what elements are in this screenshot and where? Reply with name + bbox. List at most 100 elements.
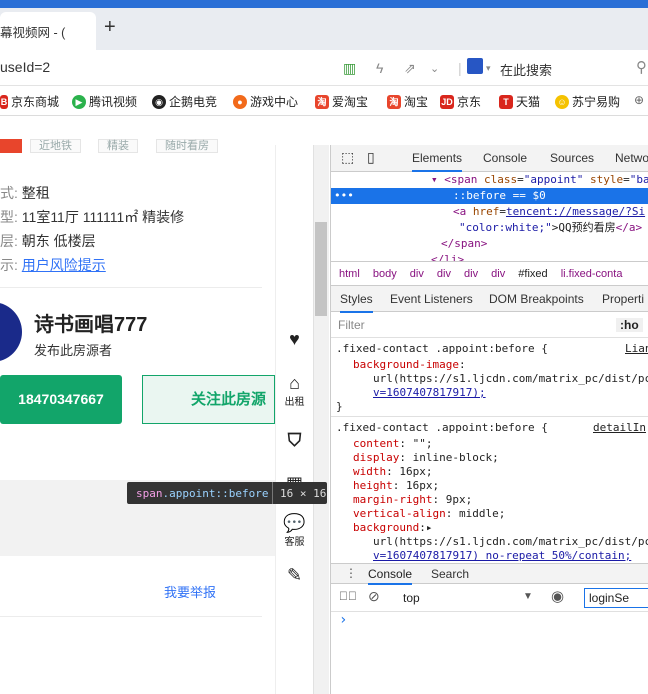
dom-line[interactable]: "color:white;">QQ预约看房</a> [331, 220, 648, 236]
bookmarks-bar: B 京东商城 ▶ 腾讯视频 ◉ 企鹅电竞 ● 游戏中心 淘爱淘宝 淘淘宝 JD 京东 T天… [0, 86, 648, 116]
crumb[interactable]: #fixed [518, 268, 547, 280]
lightning-icon[interactable]: ϟ [376, 60, 383, 76]
styles-filter: Filter :ho [331, 312, 648, 338]
tab-sources[interactable]: Sources [550, 151, 594, 165]
agent-subtitle: 发布此房源者 [34, 343, 113, 358]
bookmark-jd[interactable]: JD 京东 [440, 93, 481, 110]
agent-name: 诗书画唱777 [34, 314, 148, 336]
engine-dropdown-icon[interactable]: ▾ [486, 63, 491, 74]
console-drawer-tabs: ⋮ Console Search [331, 563, 648, 585]
scrollbar-thumb[interactable] [315, 222, 327, 316]
reader-icon[interactable]: ▥ [343, 60, 356, 77]
tab-dom-breakpoints[interactable]: DOM Breakpoints [489, 292, 584, 306]
bookmark-suning[interactable]: ☺ 苏宁易购 [555, 93, 620, 110]
rule-source-link[interactable]: Lian [625, 341, 648, 357]
browser-tab[interactable]: 幕视频网 - ( [0, 12, 96, 50]
house-icon: ⌂ [289, 373, 300, 393]
crumb[interactable]: div [410, 268, 424, 280]
rule-source-link[interactable]: detailIn [593, 420, 646, 436]
heart-icon: ♥ [289, 329, 300, 349]
console-toolbar: ▷⃞ ⊘ top ▼ ◉ loginSe [331, 584, 648, 612]
bookmark-penguin-esports[interactable]: ◉ 企鹅电竞 [152, 93, 217, 110]
divider [0, 287, 262, 288]
tab-console[interactable]: Console [483, 151, 527, 165]
phone-button[interactable]: 18470347667 [0, 375, 122, 424]
info-row-risk: 示: 用户风险提示 [0, 257, 106, 273]
bookmarks-overflow-icon[interactable]: ⊕ [634, 93, 644, 107]
service-item[interactable]: 💬 客服 [276, 513, 313, 548]
clear-console-icon[interactable]: ⊘ [368, 588, 380, 605]
style-rule: .fixed-contact .appoint:before {detailIn… [336, 420, 648, 562]
info-row-floor: 层: 朝东 低楼层 [0, 233, 96, 249]
info-row-rent-type: 式: 整租 [0, 185, 50, 201]
tab-elements[interactable]: Elements [412, 151, 463, 172]
bookmark-tencent-video[interactable]: ▶ 腾讯视频 [72, 93, 137, 110]
search-icon[interactable]: ⚲ [636, 58, 647, 76]
edit-item[interactable]: ✎ [276, 565, 313, 585]
eye-icon[interactable]: ◉ [551, 587, 564, 605]
bookmark-taobao[interactable]: 淘淘宝 [387, 93, 428, 110]
shield-icon: ⛉ [287, 430, 302, 450]
tab-event-listeners[interactable]: Event Listeners [390, 292, 473, 306]
tag-chip: 近地铁 [30, 139, 81, 153]
drawer-tab-search[interactable]: Search [431, 567, 469, 581]
crumb[interactable]: div [437, 268, 451, 280]
drawer-tab-console[interactable]: Console [368, 567, 413, 585]
address-bar[interactable]: useId=2 ▥ ϟ ⇗ ⌄ | ▾ 在此搜索 ⚲ [0, 50, 648, 86]
report-link[interactable]: 我要举报 [164, 582, 216, 601]
crumb[interactable]: div [491, 268, 505, 280]
divider: | [458, 60, 462, 76]
device-toggle-icon[interactable]: ▯ [367, 149, 375, 166]
crumb[interactable]: li.fixed-conta [561, 268, 623, 280]
follow-listing-button[interactable]: 关注此房源 [142, 375, 275, 424]
bookmark-game-center[interactable]: ● 游戏中心 [233, 93, 298, 110]
dom-line[interactable]: ▾ <span class="appoint" style="bac [331, 172, 648, 188]
crumb[interactable]: body [373, 268, 397, 280]
bookmark-ai-taobao[interactable]: 淘爱淘宝 [315, 93, 368, 110]
new-tab-button[interactable]: + [104, 17, 116, 37]
fixed-contact-sidebar: ♥ ⌂出租 ⛉ ▦ 💬客服 ✎ [275, 145, 312, 694]
bookmark-tmall[interactable]: T 天猫 [499, 93, 540, 110]
tag-chip: 随时看房 [156, 139, 218, 153]
tab-network[interactable]: Netwo [615, 151, 648, 165]
drawer-menu-icon[interactable]: ⋮ [345, 566, 357, 580]
console-prompt[interactable]: › [339, 612, 347, 628]
chevron-down-icon[interactable]: ⌄ [430, 62, 439, 75]
tag-badge [0, 139, 22, 153]
tab-styles[interactable]: Styles [340, 292, 373, 313]
rent-item[interactable]: ⌂ 出租 [276, 373, 313, 408]
search-box[interactable]: 在此搜索 [500, 60, 552, 79]
bookmark-jd-mall[interactable]: B 京东商城 [0, 93, 59, 110]
risk-tip-link[interactable]: 用户风险提示 [22, 257, 106, 273]
dom-line[interactable]: </span> [331, 236, 648, 252]
dom-line-selected[interactable]: •••::before == $0 [331, 188, 648, 204]
sidebar-toggle-icon[interactable]: ▷⃞ [339, 589, 357, 603]
console-filter-input[interactable]: loginSe [584, 588, 648, 608]
tab-properties[interactable]: Properti [602, 292, 644, 306]
shield-item[interactable]: ⛉ [276, 430, 313, 450]
styles-subtabs: Styles Event Listeners DOM Breakpoints P… [331, 286, 648, 313]
divider [0, 616, 262, 617]
crumb[interactable]: html [339, 268, 360, 280]
pencil-icon: ✎ [286, 565, 303, 585]
window-top-strip [0, 0, 648, 8]
style-rule: .fixed-contact .appoint:before {Lian bac… [331, 339, 648, 417]
devtools-panel: ⬚ ▯ Elements Console Sources Netwo ▾ <sp… [330, 145, 648, 694]
tag-chip: 精装 [98, 139, 138, 153]
share-icon[interactable]: ⇗ [404, 60, 416, 77]
inspect-tooltip: span.appoint::before 16 × 16 [127, 482, 327, 504]
info-row-layout: 型: 11室11厅 111111㎡ 精装修 [0, 209, 185, 225]
filter-input[interactable]: Filter [338, 318, 365, 332]
url-text[interactable]: useId=2 [0, 59, 50, 75]
context-select[interactable]: top [403, 591, 420, 605]
baidu-icon[interactable] [467, 58, 483, 74]
dom-line[interactable]: <a href=tencent://message/?Si [331, 204, 648, 220]
chat-icon: 💬 [283, 513, 306, 533]
inspect-icon[interactable]: ⬚ [341, 149, 354, 166]
context-dropdown-icon[interactable]: ▼ [523, 591, 533, 602]
devtools-toolbar: ⬚ ▯ Elements Console Sources Netwo [331, 145, 648, 172]
crumb[interactable]: div [464, 268, 478, 280]
hover-state-toggle[interactable]: :ho [616, 318, 643, 332]
favorite-item[interactable]: ♥ [276, 329, 313, 349]
tab-title: 幕视频网 - ( [0, 26, 66, 40]
